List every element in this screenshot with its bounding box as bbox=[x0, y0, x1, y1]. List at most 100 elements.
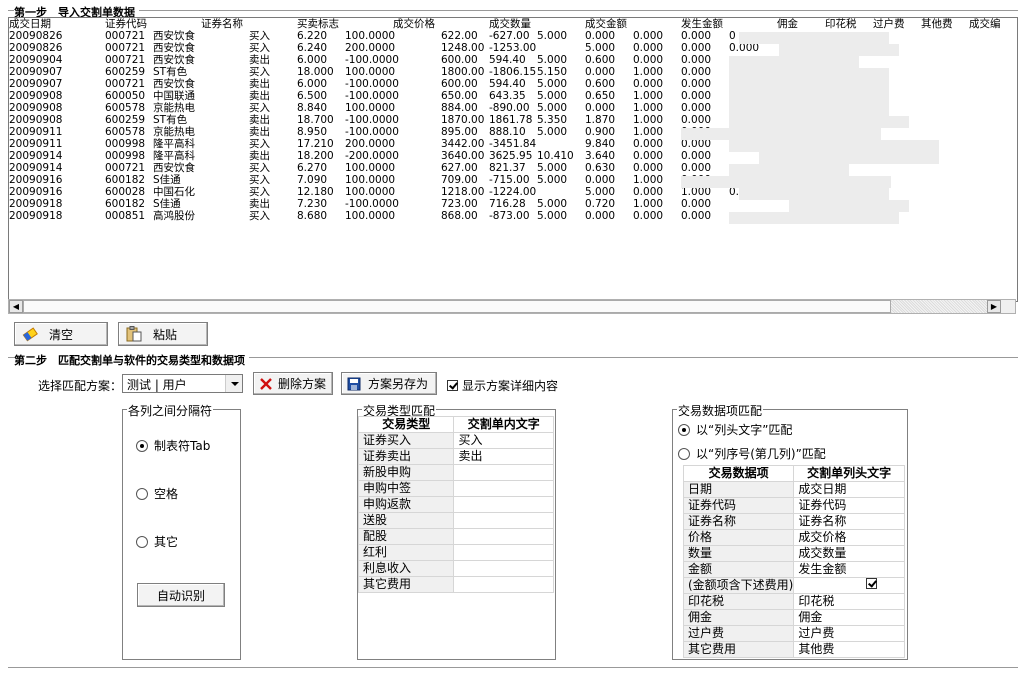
mapping-value-cell[interactable] bbox=[453, 576, 554, 593]
table-row[interactable]: 佣金 佣金 bbox=[682, 609, 905, 626]
data-cell: 隆平高科 bbox=[153, 150, 195, 162]
delete-scheme-button[interactable]: 删除方案 bbox=[253, 372, 333, 395]
paste-button[interactable]: 粘贴 bbox=[118, 322, 208, 346]
radio-match-header[interactable] bbox=[678, 423, 690, 436]
trade-type-table[interactable]: 交易类型 交割单内文字 证券买入 买入 证券卖出 卖出 新股申购 申购中签 申购返款 送股 配股 红利… bbox=[357, 416, 554, 593]
radio-match-index[interactable] bbox=[678, 447, 690, 460]
radio-space[interactable] bbox=[136, 487, 148, 500]
table-row[interactable]: 数量 成交数量 bbox=[682, 545, 905, 562]
mapping-value-cell[interactable] bbox=[453, 528, 554, 545]
data-cell: 8.840 bbox=[297, 102, 328, 114]
mapping-value-cell[interactable]: 成交数量 bbox=[793, 545, 905, 562]
mapping-value-cell[interactable] bbox=[793, 577, 905, 594]
table-row[interactable]: 证券代码 证券代码 bbox=[682, 497, 905, 514]
table-row[interactable]: 价格 成交价格 bbox=[682, 529, 905, 546]
data-cell: 7.230 bbox=[297, 198, 328, 210]
chevron-down-icon[interactable] bbox=[225, 375, 242, 392]
horizontal-scrollbar[interactable]: ◀ ▶ bbox=[8, 299, 1016, 314]
data-item-table[interactable]: 交易数据项 交割单列头文字 日期 成交日期 证券代码 证券代码 证券名称 证券名称 价格 成交价格… bbox=[682, 465, 905, 658]
table-row[interactable]: 红利 bbox=[357, 544, 554, 561]
data-cell: 100.0000 bbox=[345, 174, 396, 186]
table-row[interactable]: 申购中签 bbox=[357, 480, 554, 497]
mapping-value-cell[interactable]: 证券代码 bbox=[793, 497, 905, 514]
table-row[interactable]: 证券卖出 卖出 bbox=[357, 448, 554, 465]
match-by-header-option[interactable]: 以“列头文字”匹配 bbox=[678, 421, 792, 438]
data-cell: 0.600 bbox=[585, 78, 616, 90]
mapping-value-cell[interactable]: 证券名称 bbox=[793, 513, 905, 530]
table-row[interactable]: 证券买入 买入 bbox=[357, 432, 554, 449]
mapping-value-cell[interactable]: 过户费 bbox=[793, 625, 905, 642]
scheme-select[interactable]: 测试 | 用户 bbox=[122, 374, 243, 393]
table-row[interactable]: 配股 bbox=[357, 528, 554, 545]
table-row[interactable]: 金额 发生金额 bbox=[682, 561, 905, 578]
mapping-key-cell: 红利 bbox=[357, 544, 455, 561]
floppy-disk-icon bbox=[347, 377, 361, 390]
show-detail-toggle[interactable]: 显示方案详细内容 bbox=[447, 377, 558, 394]
data-cell: 0.000 bbox=[681, 30, 712, 42]
table-row[interactable]: 其它费用 其他费 bbox=[682, 641, 905, 658]
show-detail-checkbox[interactable] bbox=[447, 380, 458, 391]
scroll-right-icon[interactable]: ▶ bbox=[987, 300, 1001, 313]
mapping-value-cell[interactable]: 其他费 bbox=[793, 641, 905, 658]
data-cell: -100.0000 bbox=[345, 78, 399, 90]
scroll-thumb[interactable] bbox=[23, 300, 891, 313]
table-row[interactable]: 过户费 过户费 bbox=[682, 625, 905, 642]
scroll-left-icon[interactable]: ◀ bbox=[9, 300, 23, 313]
data-cell: 西安饮食 bbox=[153, 30, 195, 42]
data-cell: 5.000 bbox=[537, 54, 568, 66]
data-cell: 5.350 bbox=[537, 114, 568, 126]
table-row[interactable]: 利息收入 bbox=[357, 560, 554, 577]
column-header: 成交数量 bbox=[489, 18, 531, 30]
mapping-value-cell[interactable]: 买入 bbox=[453, 432, 554, 449]
data-cell: 5.000 bbox=[537, 78, 568, 90]
data-cell: -100.0000 bbox=[345, 54, 399, 66]
data-cell: 5.000 bbox=[537, 210, 568, 222]
data-cell: 5.000 bbox=[537, 30, 568, 42]
data-cell: 600.00 bbox=[441, 78, 478, 90]
mapping-value-cell[interactable] bbox=[453, 512, 554, 529]
mapping-value-cell[interactable]: 成交日期 bbox=[793, 481, 905, 498]
mapping-value-cell[interactable] bbox=[453, 560, 554, 577]
data-cell: 100.0000 bbox=[345, 30, 396, 42]
mapping-value-cell[interactable]: 发生金额 bbox=[793, 561, 905, 578]
mapping-value-cell[interactable]: 卖出 bbox=[453, 448, 554, 465]
table-row[interactable]: 送股 bbox=[357, 512, 554, 529]
mapping-key-cell: 过户费 bbox=[682, 625, 795, 642]
table-row[interactable]: 印花税 印花税 bbox=[682, 593, 905, 610]
data-cell: 20090908 bbox=[9, 90, 63, 102]
mapping-value-cell[interactable] bbox=[453, 496, 554, 513]
separator-option-other[interactable]: 其它 bbox=[136, 533, 178, 550]
match-by-index-option[interactable]: 以“列序号(第几列)”匹配 bbox=[678, 445, 826, 462]
mapping-value-cell[interactable] bbox=[453, 480, 554, 497]
data-cell: 6.000 bbox=[297, 54, 328, 66]
table-row[interactable]: 申购返款 bbox=[357, 496, 554, 513]
separator-option-space[interactable]: 空格 bbox=[136, 485, 178, 502]
data-cell: 1.000 bbox=[633, 114, 664, 126]
mapping-value-cell[interactable] bbox=[453, 464, 554, 481]
table-row[interactable]: 证券名称 证券名称 bbox=[682, 513, 905, 530]
mapping-value-cell[interactable]: 印花税 bbox=[793, 593, 905, 610]
radio-tab[interactable] bbox=[136, 439, 148, 452]
import-data-area[interactable]: 成交日期 证券代码 证券名称 买卖标志 成交价格 成交数量 成交金额 发生金额 佣金 印花税 过户费… bbox=[8, 17, 1018, 302]
save-as-scheme-button[interactable]: 方案另存为 bbox=[341, 372, 437, 395]
include-fees-checkbox[interactable] bbox=[865, 578, 877, 589]
data-cell: 5.000 bbox=[537, 126, 568, 138]
mapping-value-cell[interactable]: 成交价格 bbox=[793, 529, 905, 546]
data-cell: 000721 bbox=[105, 162, 146, 174]
auto-detect-button[interactable]: 自动识别 bbox=[137, 583, 225, 607]
clear-button[interactable]: 清空 bbox=[14, 322, 108, 346]
separator-option-tab[interactable]: 制表符Tab bbox=[136, 437, 210, 454]
table-row[interactable]: 日期 成交日期 bbox=[682, 481, 905, 498]
mapping-value-cell[interactable] bbox=[453, 544, 554, 561]
delete-scheme-label: 删除方案 bbox=[278, 377, 327, 391]
data-cell: 0.000 bbox=[681, 150, 712, 162]
radio-other[interactable] bbox=[136, 535, 148, 548]
mapping-value-cell[interactable]: 佣金 bbox=[793, 609, 905, 626]
data-cell: -715.00 bbox=[489, 174, 530, 186]
table-row[interactable]: (金额项含下述费用) bbox=[682, 577, 905, 594]
table-row[interactable]: 新股申购 bbox=[357, 464, 554, 481]
data-cell: 西安饮食 bbox=[153, 78, 195, 90]
table-row[interactable]: 其它费用 bbox=[357, 576, 554, 593]
data-cell: 0.000 bbox=[633, 30, 664, 42]
data-cell: 868.00 bbox=[441, 210, 478, 222]
